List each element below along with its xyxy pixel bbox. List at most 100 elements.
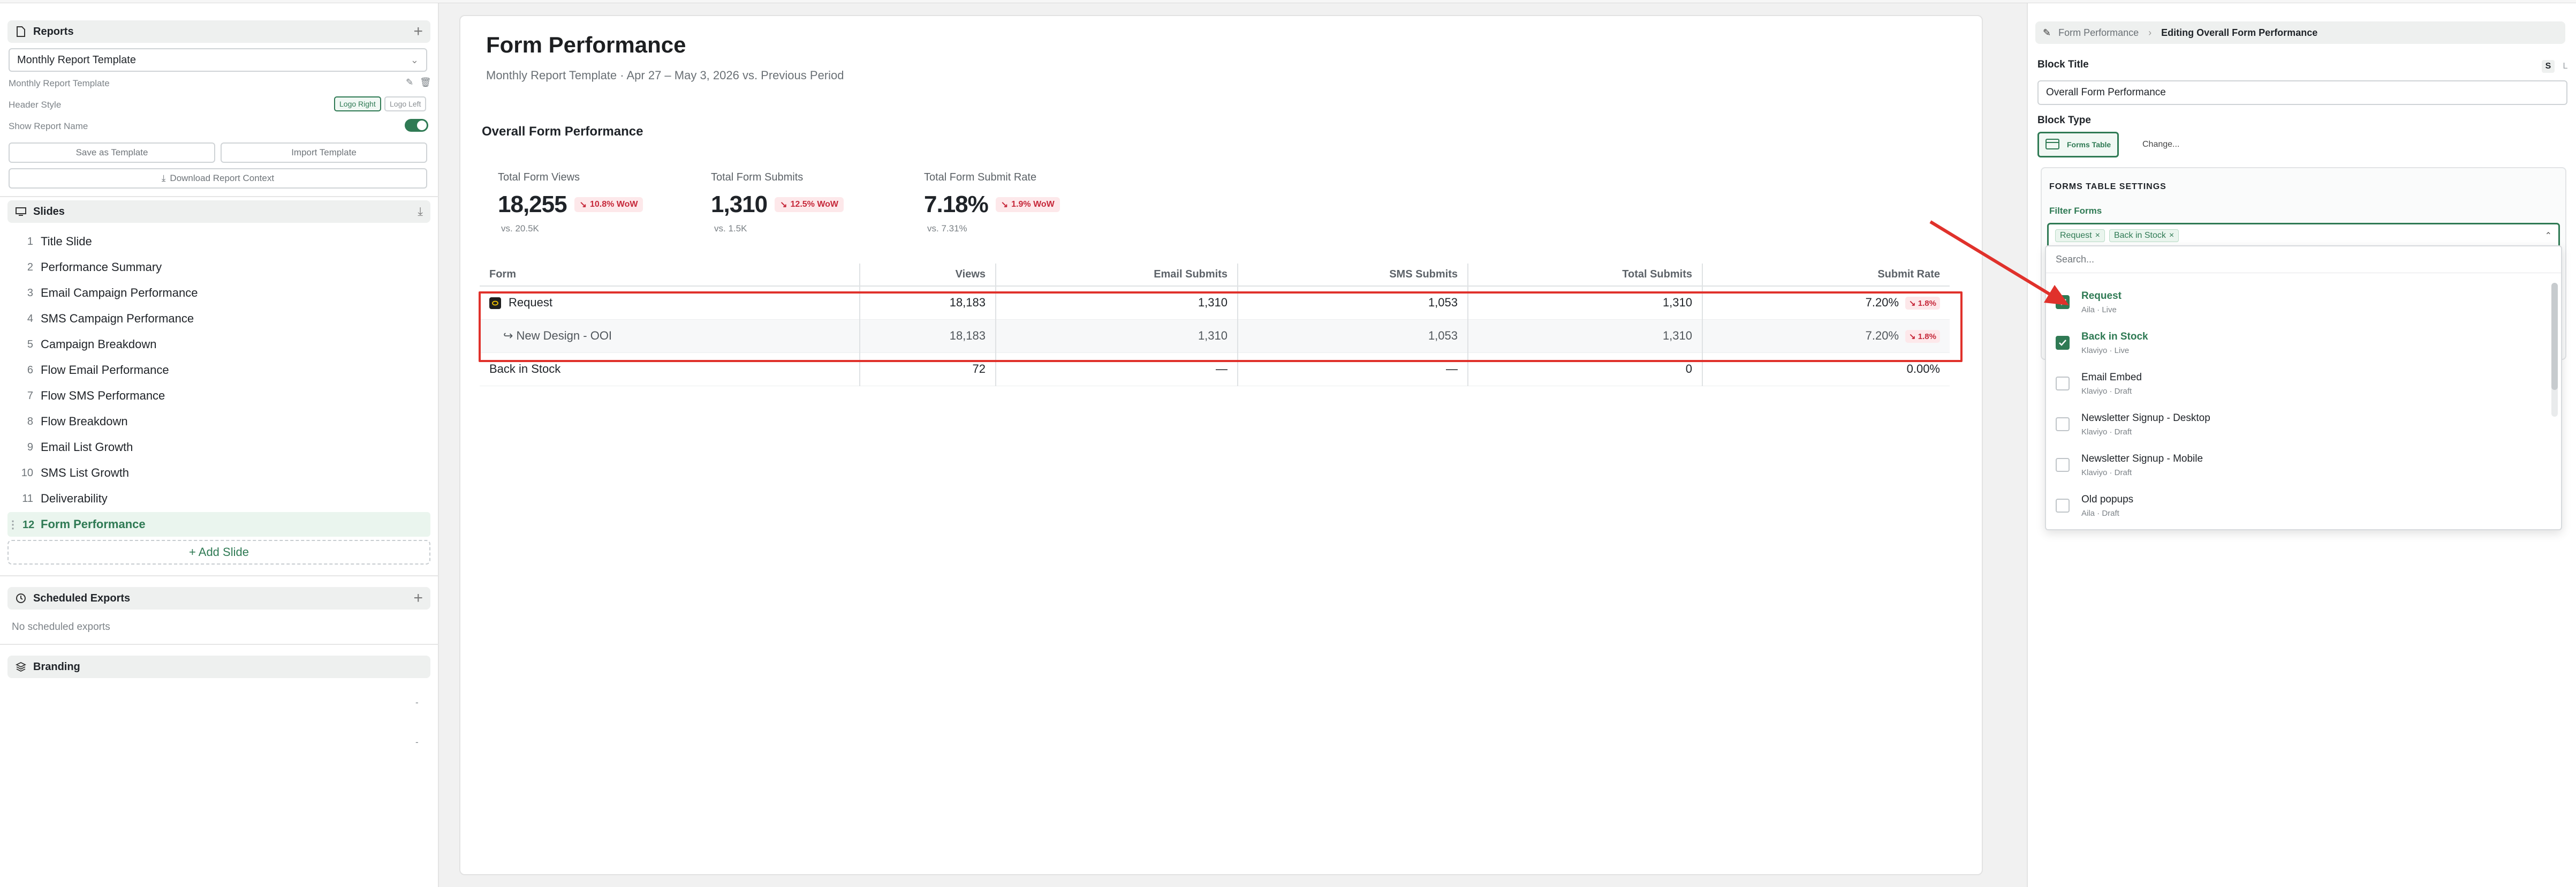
breadcrumb-current: Editing Overall Form Performance — [2161, 27, 2318, 38]
download-icon: ⤓ — [161, 173, 166, 183]
slide-number: 2 — [27, 261, 33, 273]
slide-item[interactable]: 11 Deliverability — [7, 486, 430, 511]
slide-item[interactable]: 6 Flow Email Performance — [7, 358, 430, 382]
sms-submits-cell: — — [1237, 352, 1468, 386]
checkbox[interactable] — [2056, 499, 2070, 513]
form-option[interactable]: Newsletter Signup - Mobile Klaviyo · Draf… — [2056, 445, 2537, 485]
scheduled-exports-header[interactable]: Scheduled Exports + — [7, 587, 430, 610]
block-type-label: Block Type — [2037, 115, 2091, 126]
table-row-child[interactable]: ↪ New Design - OOI 18,183 1,310 1,053 1,… — [480, 319, 1950, 353]
column-header[interactable]: Views — [859, 264, 996, 287]
add-slide-button[interactable]: + Add Slide — [7, 540, 430, 565]
branding-dash: - — [415, 737, 419, 747]
logo-right-option[interactable]: Logo Right — [334, 96, 381, 111]
table-header-row: Form Views Email Submits SMS Submits Tot… — [480, 264, 1950, 287]
slide-item[interactable]: 4 SMS Campaign Performance — [7, 306, 430, 331]
submit-rate-value: 7.20% — [1865, 328, 1899, 342]
checkbox-checked[interactable] — [2056, 336, 2070, 350]
size-l-option[interactable]: L — [2559, 60, 2572, 73]
table-row[interactable]: Back in Stock 72 — — 0 0.00% — [480, 352, 1950, 386]
filter-chip[interactable]: Back in Stock × — [2109, 229, 2179, 242]
save-as-template-button[interactable]: Save as Template — [9, 142, 215, 163]
slide-label: Flow SMS Performance — [41, 389, 165, 402]
slide-label: Campaign Breakdown — [41, 337, 157, 351]
form-option[interactable]: Email Embed Klaviyo · Draft — [2056, 363, 2537, 404]
slide-item[interactable]: 10 SMS List Growth — [7, 461, 430, 485]
slide-item[interactable]: 9 Email List Growth — [7, 435, 430, 460]
column-header[interactable]: Submit Rate — [1702, 264, 1950, 287]
total-submits-cell: 1,310 — [1467, 286, 1702, 320]
form-name: Request — [509, 296, 552, 310]
size-toggle: S L — [2542, 60, 2572, 73]
report-select-value: Monthly Report Template — [17, 54, 136, 66]
column-header[interactable]: SMS Submits — [1237, 264, 1468, 287]
slide-item[interactable]: 1 Title Slide — [7, 229, 430, 254]
metric-compare: vs. 1.5K — [714, 223, 747, 234]
filter-forms-select[interactable]: Request × Back in Stock × ⌃ — [2047, 223, 2560, 249]
change-block-type-button[interactable]: Change... — [2136, 132, 2186, 157]
slide-number: 4 — [27, 312, 33, 325]
annotation-arrow — [1929, 220, 2069, 305]
add-report-icon[interactable]: + — [413, 24, 423, 40]
scrollbar-thumb[interactable] — [2551, 283, 2558, 390]
trash-icon[interactable]: 🗑 — [420, 77, 431, 88]
remove-chip-icon[interactable]: × — [2169, 231, 2174, 240]
slide-number-value: 12 — [22, 518, 35, 531]
email-submits-cell: — — [995, 352, 1238, 386]
metric-label: Total Form Submit Rate — [924, 171, 1037, 183]
slide-item[interactable]: 3 Email Campaign Performance — [7, 281, 430, 305]
slide-item[interactable]: 2 Performance Summary — [7, 255, 430, 280]
slide-number: 5 — [27, 338, 33, 350]
slide-item[interactable]: 5 Campaign Breakdown — [7, 332, 430, 357]
form-option[interactable]: Newsletter Signup - Desktop Klaviyo · Dra… — [2056, 404, 2537, 445]
slide-number: 7 — [27, 389, 33, 402]
checkbox[interactable] — [2056, 458, 2070, 472]
checkbox[interactable] — [2056, 377, 2070, 390]
no-exports-text: No scheduled exports — [12, 621, 110, 633]
table-row[interactable]: Request 18,183 1,310 1,053 1,310 7.20% ↘ … — [480, 286, 1950, 320]
form-cell: ↪ New Design - OOI — [480, 319, 860, 353]
form-option[interactable]: Back in Stock Klaviyo · Live — [2056, 322, 2537, 363]
column-header[interactable]: Total Submits — [1467, 264, 1702, 287]
block-title[interactable]: Overall Form Performance — [482, 124, 643, 139]
report-select[interactable]: Monthly Report Template ⌄ — [9, 48, 427, 72]
divider — [0, 644, 439, 645]
chevron-up-icon[interactable]: ⌃ — [2545, 230, 2552, 241]
block-title-input[interactable]: Overall Form Performance — [2037, 80, 2567, 105]
slides-section-header[interactable]: Slides ⤓ — [7, 200, 430, 223]
column-header[interactable]: Form — [480, 264, 860, 287]
dropdown-search-input[interactable]: Search... — [2046, 246, 2561, 273]
reports-section-header[interactable]: Reports + — [7, 20, 430, 43]
breadcrumb-parent[interactable]: Form Performance — [2058, 27, 2139, 39]
show-report-name-toggle[interactable] — [405, 119, 428, 132]
import-template-button[interactable]: Import Template — [221, 142, 427, 163]
report-name-line: Monthly Report Template — [9, 78, 110, 88]
forms-table-type-button[interactable]: Forms Table — [2037, 132, 2119, 157]
rate-change-badge: ↘ 1.8% — [1905, 330, 1940, 343]
add-export-icon[interactable]: + — [413, 590, 423, 606]
branding-title: Branding — [33, 660, 80, 673]
slide-item-active[interactable]: ⋮ 12 Form Performance — [7, 512, 430, 537]
form-option[interactable]: Old popups Aila · Draft — [2056, 485, 2537, 526]
form-logo-icon — [489, 297, 501, 310]
edit-icon[interactable]: ✎ — [406, 77, 413, 88]
logo-left-option[interactable]: Logo Left — [384, 96, 427, 111]
download-report-context-button[interactable]: ⤓ Download Report Context — [9, 168, 427, 189]
scrollbar[interactable] — [2551, 283, 2558, 417]
checkbox[interactable] — [2056, 417, 2070, 431]
size-s-option[interactable]: S — [2542, 60, 2555, 73]
layers-icon — [15, 661, 27, 673]
slide-item[interactable]: 8 Flow Breakdown — [7, 409, 430, 434]
forms-table: Form Views Email Submits SMS Submits Tot… — [480, 264, 1950, 386]
slide-item[interactable]: 7 Flow SMS Performance — [7, 384, 430, 408]
total-submits-cell: 0 — [1467, 352, 1702, 386]
column-header[interactable]: Email Submits — [995, 264, 1238, 287]
download-slides-icon[interactable]: ⤓ — [418, 206, 423, 217]
metric-total-form-submits: Total Form Submits 1,310 ↘ 12.5% WoW vs. 1… — [711, 171, 844, 234]
form-option[interactable]: Request Aila · Live — [2056, 282, 2537, 322]
remove-chip-icon[interactable]: × — [2095, 231, 2100, 240]
header-style-label: Header Style — [9, 100, 62, 110]
slide-label: SMS Campaign Performance — [41, 312, 194, 325]
drag-handle-icon[interactable]: ⋮ — [7, 519, 18, 531]
branding-header[interactable]: Branding — [7, 656, 430, 678]
